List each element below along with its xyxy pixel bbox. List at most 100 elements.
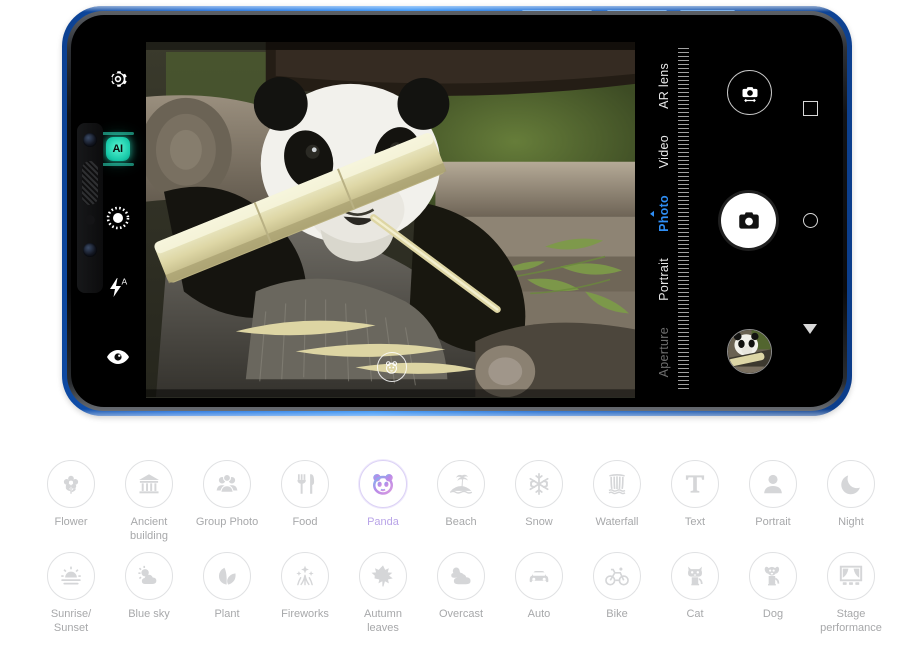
gear-icon[interactable]: [103, 64, 133, 94]
phone-body: AI A Aperture Portrait Photo Video AR le…: [67, 11, 847, 411]
triangle-icon[interactable]: [799, 318, 821, 340]
aperture-icon[interactable]: [103, 203, 133, 233]
scene-item-blue-sky[interactable]: Blue sky: [110, 552, 188, 635]
scene-row-2: Sunrise/Sunset Blue sky Plant Fireworks …: [32, 552, 890, 635]
beach-icon: [437, 460, 485, 508]
scene-label: Waterfall: [595, 516, 639, 528]
stage-performance-icon: [827, 552, 875, 600]
eye-icon[interactable]: [103, 342, 133, 372]
speaker-grille: [82, 161, 98, 205]
scene-label: Cat: [686, 608, 704, 620]
panda-scene-icon: [376, 352, 407, 382]
auto-car-icon: [515, 552, 563, 600]
scene-label: Portrait: [755, 516, 791, 528]
ai-label: AI: [101, 131, 134, 166]
scene-label: Beach: [445, 516, 477, 528]
scene-label: Bike: [606, 608, 628, 620]
rear-lens-icon: [83, 133, 97, 147]
autumn-leaves-icon: [359, 552, 407, 600]
text-icon: [671, 460, 719, 508]
ancient-building-icon: [125, 460, 173, 508]
plant-icon: [203, 552, 251, 600]
scene-label: Blue sky: [128, 608, 170, 620]
scene-label: Ancient building: [130, 516, 168, 542]
scene-label: Group Photo: [195, 516, 259, 528]
scene-item-plant[interactable]: Plant: [188, 552, 266, 635]
group-photo-icon: [203, 460, 251, 508]
thumbnail-image: [728, 330, 771, 373]
scene-label: Text: [684, 516, 706, 528]
scene-item-overcast[interactable]: Overcast: [422, 552, 500, 635]
camera-viewfinder[interactable]: [146, 42, 635, 398]
scene-item-group-photo[interactable]: Group Photo: [188, 460, 266, 543]
scene-label: Night: [838, 516, 864, 528]
scene-label: Snow: [525, 516, 553, 528]
scene-item-stage-performance[interactable]: Stage performance: [812, 552, 890, 635]
sunrise-sunset-icon: [47, 552, 95, 600]
scene-item-autumn-leaves[interactable]: Autumn leaves: [344, 552, 422, 635]
mode-video[interactable]: Video: [657, 132, 671, 171]
scene-row-1: Flower Ancient building Group Photo Food…: [32, 460, 890, 543]
phone-stage: AI A Aperture Portrait Photo Video AR le…: [0, 0, 913, 430]
scene-label: Plant: [214, 608, 240, 620]
overcast-icon: [437, 552, 485, 600]
waterfall-icon: [593, 460, 641, 508]
panda-photo: [146, 42, 635, 398]
blue-sky-icon: [125, 552, 173, 600]
scene-item-text[interactable]: Text: [656, 460, 734, 543]
scene-item-waterfall[interactable]: Waterfall: [578, 460, 656, 543]
scene-item-flower[interactable]: Flower: [32, 460, 110, 543]
scene-item-dog[interactable]: Dog: [734, 552, 812, 635]
scene-item-cat[interactable]: Cat: [656, 552, 734, 635]
phone-screen-bezel: AI A Aperture Portrait Photo Video AR le…: [71, 15, 843, 407]
ai-badge-icon[interactable]: AI: [101, 131, 134, 166]
scene-item-bike[interactable]: Bike: [578, 552, 656, 635]
mode-aperture[interactable]: Aperture: [657, 324, 671, 380]
scene-item-beach[interactable]: Beach: [422, 460, 500, 543]
mode-ar-lens[interactable]: AR lens: [657, 60, 671, 112]
bike-icon: [593, 552, 641, 600]
camera-mode-selector[interactable]: Aperture Portrait Photo Video AR lens: [635, 42, 693, 398]
square-icon[interactable]: [799, 97, 821, 119]
night-icon: [827, 460, 875, 508]
scene-item-sunrise-sunset[interactable]: Sunrise/Sunset: [32, 552, 110, 635]
portrait-icon: [749, 460, 797, 508]
snow-icon: [515, 460, 563, 508]
phone-device: AI A Aperture Portrait Photo Video AR le…: [62, 6, 852, 416]
scene-item-snow[interactable]: Snow: [500, 460, 578, 543]
svg-text:A: A: [121, 276, 127, 286]
scene-label: Auto: [527, 608, 551, 620]
shutter-camera-icon[interactable]: [721, 193, 776, 248]
switch-camera-icon[interactable]: [727, 70, 772, 115]
mode-list: Aperture Portrait Photo Video AR lens: [657, 60, 671, 380]
scene-item-panda[interactable]: Panda: [344, 460, 422, 543]
scene-label: Fireworks: [281, 608, 329, 620]
rear-camera-module: [77, 123, 103, 293]
cat-icon: [671, 552, 719, 600]
flash-auto-icon[interactable]: A: [103, 273, 133, 303]
scene-label: Stage performance: [820, 608, 882, 634]
scene-label: Flower: [54, 516, 88, 528]
scene-recognition-grid: Flower Ancient building Group Photo Food…: [0, 440, 913, 652]
scene-item-ancient-building[interactable]: Ancient building: [110, 460, 188, 543]
fireworks-icon: [281, 552, 329, 600]
scene-item-food[interactable]: Food: [266, 460, 344, 543]
last-photo-thumbnail[interactable]: [727, 329, 772, 374]
camera-app-screen: AI A Aperture Portrait Photo Video AR le…: [89, 42, 843, 398]
scene-item-auto[interactable]: Auto: [500, 552, 578, 635]
scene-item-portrait[interactable]: Portrait: [734, 460, 812, 543]
mode-portrait[interactable]: Portrait: [657, 255, 671, 304]
scene-label: Food: [292, 516, 318, 528]
rear-lens-icon: [83, 243, 97, 257]
rear-sensor-icon: [85, 215, 95, 225]
zoom-ruler-icon[interactable]: [678, 48, 689, 392]
scene-label: Autumn leaves: [364, 608, 402, 634]
scene-item-fireworks[interactable]: Fireworks: [266, 552, 344, 635]
circle-icon[interactable]: [799, 209, 821, 231]
scene-item-night[interactable]: Night: [812, 460, 890, 543]
dog-icon: [749, 552, 797, 600]
mode-photo[interactable]: Photo: [657, 192, 671, 235]
scene-label: Overcast: [438, 608, 483, 620]
flower-icon: [47, 460, 95, 508]
scene-label: Dog: [762, 608, 784, 620]
